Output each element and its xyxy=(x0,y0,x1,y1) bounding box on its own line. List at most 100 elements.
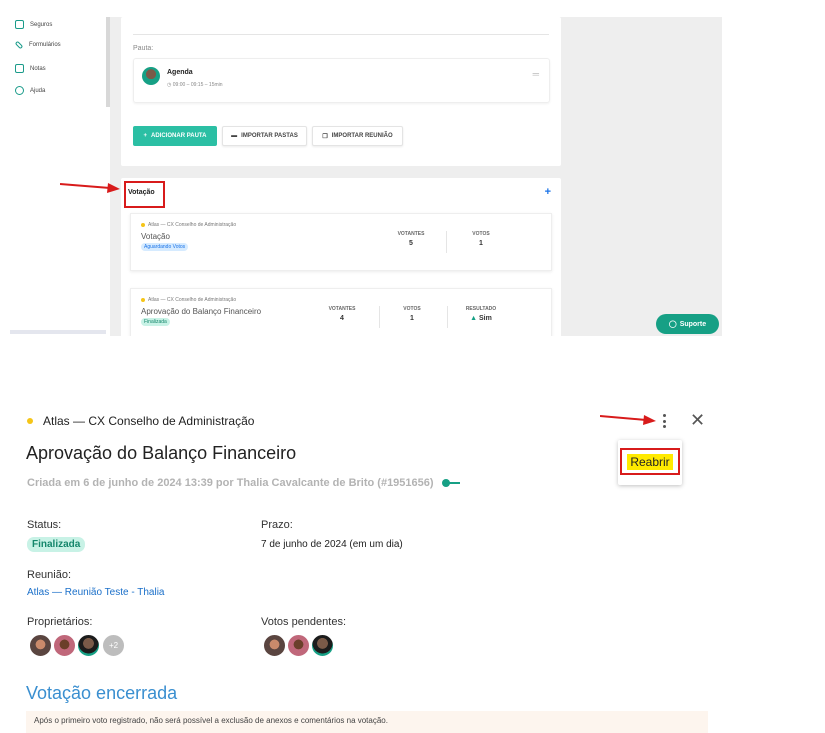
import-folders-button[interactable]: ▬ IMPORTAR PASTAS xyxy=(222,126,307,146)
agenda-title: Agenda xyxy=(167,69,193,76)
avatar[interactable] xyxy=(263,634,286,657)
votos-label: VOTOS xyxy=(472,231,490,237)
proprietarios-label: Proprietários: xyxy=(27,616,93,628)
divider xyxy=(379,306,380,328)
resultado-label: RESULTADO xyxy=(465,306,497,312)
divider xyxy=(133,34,549,35)
sidebar: Seguros Formulários Notas Ajuda xyxy=(0,0,110,336)
votantes-label: VOTANTES xyxy=(397,231,425,237)
import-meeting-label: IMPORTAR REUNIÃO xyxy=(331,133,393,139)
avatar[interactable] xyxy=(311,634,334,657)
vote-card-title: Votação xyxy=(141,232,170,241)
sidebar-item-label: Seguros xyxy=(30,21,53,28)
agenda-item[interactable]: Agenda ◷ 09:00 – 09:15 – 15min ═ xyxy=(133,58,550,103)
status-label: Status: xyxy=(27,519,62,531)
status-badge: Finalizada xyxy=(27,537,86,552)
download-box-icon xyxy=(15,20,24,29)
more-owners-badge[interactable]: +2 xyxy=(102,634,125,657)
vote-card-org: Atlas — CX Conselho de Administração xyxy=(141,222,236,228)
sidebar-item-label: Formulários xyxy=(29,42,61,48)
vote-card-org-text: Atlas — CX Conselho de Administração xyxy=(148,222,237,228)
avatar xyxy=(142,67,160,85)
options-menu: Reabrir xyxy=(618,440,682,485)
page-title: Aprovação do Balanço Financeiro xyxy=(26,443,297,463)
divider xyxy=(447,306,448,328)
avatar[interactable] xyxy=(53,634,76,657)
copy-icon: ❐ xyxy=(322,133,328,140)
votantes-value: 4 xyxy=(340,315,344,322)
status-badge: Finalizada xyxy=(141,318,170,326)
reabrir-label: Reabrir xyxy=(627,453,673,470)
pauta-card: Pauta: Agenda ◷ 09:00 – 09:15 – 15min ═ … xyxy=(121,17,561,166)
sidebar-item-label: Notas xyxy=(30,65,46,72)
pencil-icon xyxy=(14,40,24,50)
votantes-label: VOTANTES xyxy=(328,306,356,312)
resultado-value: ▲ Sim xyxy=(461,315,501,322)
created-info: Criada em 6 de junho de 2024 13:39 por T… xyxy=(27,477,460,489)
info-notice: Após o primeiro voto registrado, não ser… xyxy=(26,711,708,733)
resultado-text: Sim xyxy=(479,315,492,322)
more-options-icon[interactable] xyxy=(659,413,669,429)
sidebar-item-ajuda[interactable]: Ajuda xyxy=(15,86,45,95)
import-folders-label: IMPORTAR PASTAS xyxy=(241,133,298,139)
vote-card[interactable]: Atlas — CX Conselho de Administração Vot… xyxy=(130,213,552,271)
add-pauta-button[interactable]: + ADICIONAR PAUTA xyxy=(133,126,217,146)
menu-item-reabrir[interactable]: Reabrir xyxy=(620,448,680,475)
note-icon xyxy=(15,64,24,73)
drag-handle-icon[interactable]: ═ xyxy=(533,69,539,79)
folder-icon: ▬ xyxy=(231,133,238,139)
status-dot xyxy=(141,223,145,227)
add-pauta-label: ADICIONAR PAUTA xyxy=(151,133,207,139)
status-dot xyxy=(141,298,145,302)
votos-pendentes-avatars xyxy=(263,634,338,658)
support-button[interactable]: ◯ Suporte xyxy=(656,314,719,334)
detail-org-text: Atlas — CX Conselho de Administração xyxy=(43,414,255,428)
thumbs-up-icon: ▲ xyxy=(470,315,478,322)
sidebar-item-formularios[interactable]: Formulários xyxy=(14,40,61,50)
help-circle-icon xyxy=(15,86,24,95)
divider xyxy=(446,231,447,253)
resultado-stat: RESULTADO ▲ Sim xyxy=(461,306,501,322)
vote-card-title: Aprovação do Balanço Financeiro xyxy=(141,307,262,316)
annotation-arrow-icon xyxy=(60,183,120,193)
votantes-value: 5 xyxy=(409,240,413,247)
support-label: Suporte xyxy=(679,320,707,328)
section-title: Votação encerrada xyxy=(26,683,178,703)
agenda-time-text: 09:00 – 09:15 – 15min xyxy=(172,82,223,88)
prazo-value: 7 de junho de 2024 (em um dia) xyxy=(261,539,403,550)
sidebar-scrollbar[interactable] xyxy=(10,330,106,334)
chat-bubble-icon: ◯ xyxy=(668,321,677,328)
close-icon[interactable]: ✕ xyxy=(690,410,705,431)
key-icon xyxy=(441,479,460,487)
reuniao-link[interactable]: Atlas — Reunião Teste - Thalia xyxy=(27,587,164,598)
vote-card-org-text: Atlas — CX Conselho de Administração xyxy=(148,297,237,303)
avatar[interactable] xyxy=(29,634,52,657)
agenda-time: ◷ 09:00 – 09:15 – 15min xyxy=(167,82,223,88)
import-meeting-button[interactable]: ❐ IMPORTAR REUNIÃO xyxy=(312,126,403,146)
votos-label: VOTOS xyxy=(403,306,421,312)
top-screenshot: Seguros Formulários Notas Ajuda Pauta: A… xyxy=(0,0,722,336)
avatar[interactable] xyxy=(77,634,100,657)
reuniao-label: Reunião: xyxy=(27,569,72,581)
votos-pendentes-label: Votos pendentes: xyxy=(261,616,347,628)
vote-card[interactable]: Atlas — CX Conselho de Administração Apr… xyxy=(130,288,552,336)
votos-stat: VOTOS 1 xyxy=(392,306,432,322)
proprietarios-avatars: +2 xyxy=(29,634,129,658)
sidebar-item-label: Ajuda xyxy=(30,87,46,94)
status-dot xyxy=(27,418,33,424)
votantes-stat: VOTANTES 4 xyxy=(322,306,362,322)
add-votacao-button[interactable]: + xyxy=(545,186,551,198)
votos-value: 1 xyxy=(410,315,414,322)
sidebar-item-notas[interactable]: Notas xyxy=(15,64,46,73)
prazo-label: Prazo: xyxy=(261,519,293,531)
votos-value: 1 xyxy=(479,240,483,247)
sidebar-item-seguros[interactable]: Seguros xyxy=(15,20,52,29)
status-badge: Aguardando Votos xyxy=(141,243,189,251)
avatar[interactable] xyxy=(287,634,310,657)
votantes-stat: VOTANTES 5 xyxy=(391,231,431,247)
votos-stat: VOTOS 1 xyxy=(461,231,501,247)
votacao-card: Votação + Atlas — CX Conselho de Adminis… xyxy=(121,178,561,336)
annotation-arrow-icon xyxy=(600,415,656,425)
plus-icon: + xyxy=(143,133,148,139)
created-text: Criada em 6 de junho de 2024 13:39 por T… xyxy=(27,477,434,489)
